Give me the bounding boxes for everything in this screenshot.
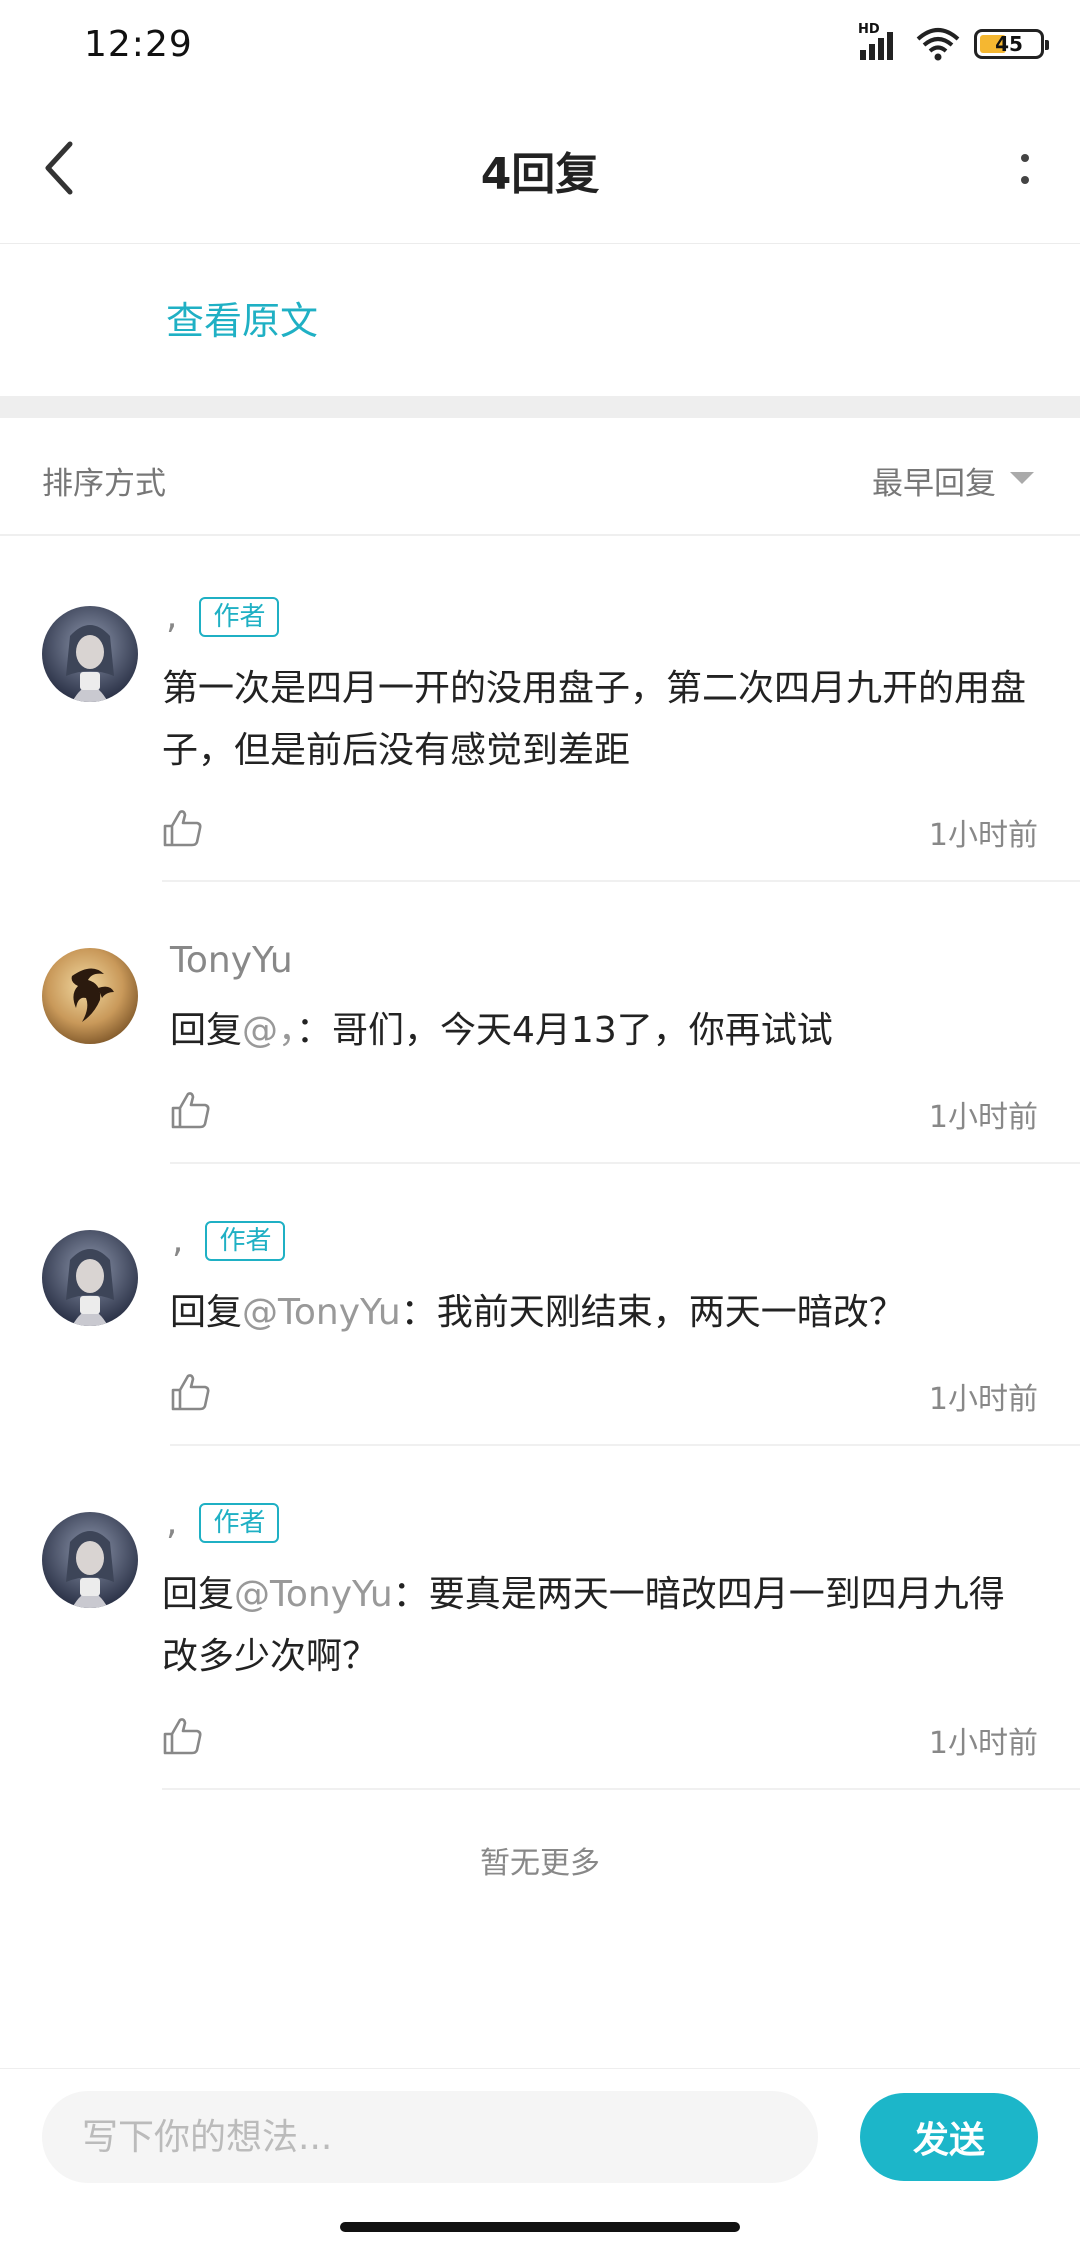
reply-input[interactable] [42, 2091, 818, 2183]
author-badge: 作者 [199, 596, 280, 637]
reply-prefix: 回复 [170, 1010, 243, 1051]
comment-body: 第一次是四月一开的没用盘子，第二次四月九开的用盘子，但是前后没有感觉到差距 [162, 668, 1027, 771]
thumbs-up-icon[interactable] [162, 808, 204, 848]
caret-down-icon[interactable] [1010, 472, 1034, 484]
signal-icon: HD [856, 22, 902, 62]
sort-dropdown[interactable]: 最早回复 [872, 458, 996, 503]
no-more-label: 暂无更多 [480, 1846, 600, 1881]
more-dot [1021, 176, 1029, 184]
send-button[interactable]: 发送 [860, 2093, 1038, 2181]
section-divider [0, 396, 1080, 418]
more-vertical-icon[interactable] [1010, 146, 1040, 192]
avatar[interactable] [42, 948, 138, 1044]
comment-text: 回复@TonyYu：要真是两天一暗改四月一到四月九得改多少次啊？ [162, 1564, 1038, 1688]
mention-link[interactable]: @TonyYu [242, 1292, 401, 1333]
author-name[interactable]: TonyYu [170, 940, 293, 981]
more-dot [1021, 154, 1029, 162]
divider [170, 1162, 1080, 1164]
mention-link[interactable]: @， [242, 1010, 296, 1051]
battery-level: 45 [995, 32, 1023, 56]
wifi-icon [916, 28, 960, 61]
thumbs-up-icon[interactable] [162, 1716, 204, 1756]
author-name[interactable]: , [166, 1502, 177, 1543]
author-badge: 作者 [205, 1220, 286, 1261]
author-name[interactable]: , [172, 1220, 183, 1261]
author-line: , 作者 [166, 1502, 280, 1543]
author-name[interactable]: , [166, 596, 177, 637]
author-line: TonyYu [170, 940, 293, 981]
page-title: 4回复 [480, 149, 600, 200]
reply-prefix: 回复 [162, 1574, 235, 1615]
author-line: , 作者 [166, 596, 280, 637]
sort-bar: 排序方式 最早回复 [0, 418, 1080, 536]
status-bar: 12:29 HD 45 [0, 0, 1080, 96]
avatar[interactable] [42, 606, 138, 702]
divider [170, 1444, 1080, 1446]
comment-time: 1小时前 [928, 1726, 1038, 1761]
comment-time: 1小时前 [928, 818, 1038, 853]
status-icons: HD 45 [856, 22, 1049, 62]
reply-prefix: 回复 [170, 1292, 243, 1333]
comment-text: 回复@TonyYu：我前天刚结束，两天一暗改？ [170, 1282, 1038, 1344]
header: 4回复 [0, 96, 1080, 244]
reply-bar: 发送 [0, 2068, 1080, 2208]
comment-body: ：我前天刚结束，两天一暗改？ [400, 1292, 905, 1333]
status-time: 12:29 [84, 24, 193, 65]
author-line: , 作者 [172, 1220, 286, 1261]
avatar[interactable] [42, 1512, 138, 1608]
comment-time: 1小时前 [928, 1100, 1038, 1135]
comment-text: 回复@，：哥们，今天4月13了，你再试试 [170, 1000, 1038, 1062]
thumbs-up-icon[interactable] [170, 1090, 212, 1130]
view-original-link[interactable]: 查看原文 [166, 290, 318, 345]
hd-label: HD [858, 22, 880, 37]
avatar[interactable] [42, 1230, 138, 1326]
sort-label: 排序方式 [42, 466, 166, 502]
mention-link[interactable]: @TonyYu [234, 1574, 393, 1615]
comment-time: 1小时前 [928, 1382, 1038, 1417]
home-indicator[interactable] [340, 2222, 740, 2232]
comment-body: ：哥们，今天4月13了，你再试试 [296, 1010, 833, 1051]
battery-icon: 45 [974, 29, 1049, 59]
divider [162, 880, 1080, 882]
thumbs-up-icon[interactable] [170, 1372, 212, 1412]
divider [162, 1788, 1080, 1790]
author-badge: 作者 [199, 1502, 280, 1543]
comment-text: 第一次是四月一开的没用盘子，第二次四月九开的用盘子，但是前后没有感觉到差距 [162, 658, 1038, 782]
